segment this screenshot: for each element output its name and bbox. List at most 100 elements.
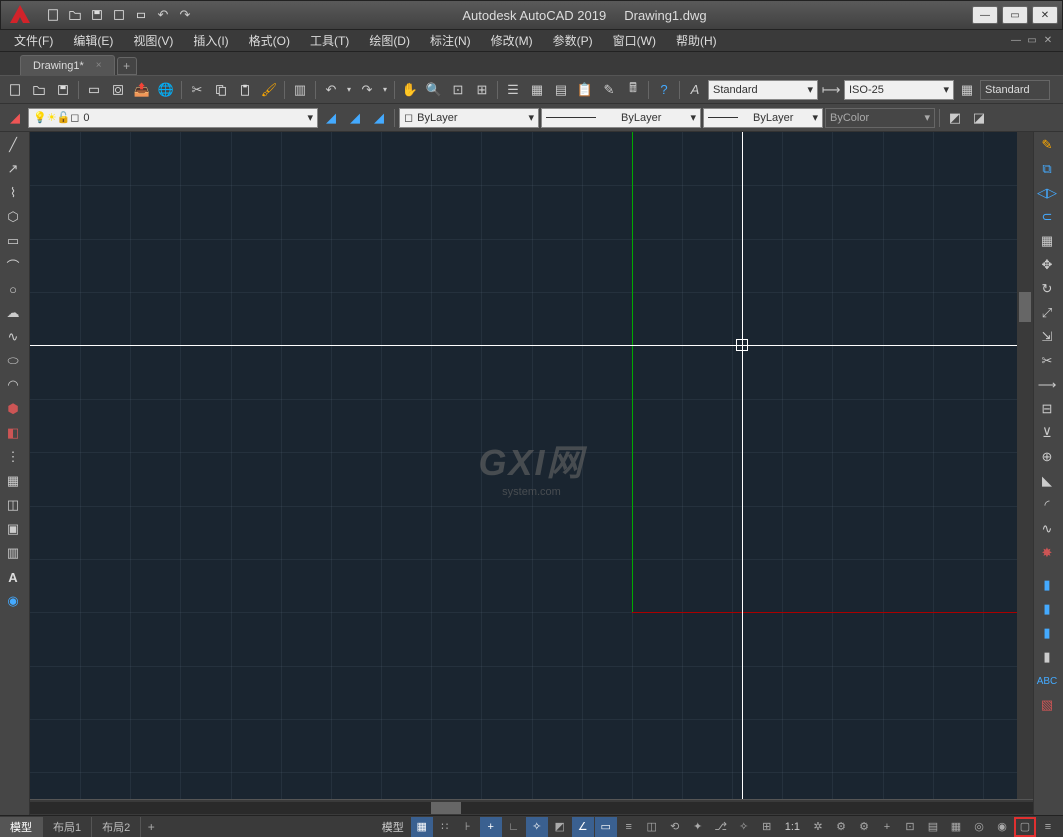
polyline-icon[interactable]: ⌇ (2, 182, 24, 204)
make-block-icon[interactable]: ◧ (2, 422, 24, 444)
draworder-front-icon[interactable]: ▮ (1036, 574, 1058, 596)
open-file-icon[interactable] (28, 79, 50, 101)
join-icon[interactable]: ⊕ (1036, 446, 1058, 468)
horizontal-scrollbar[interactable] (30, 799, 1033, 815)
menu-draw[interactable]: 绘图(D) (359, 30, 420, 51)
rotate-icon[interactable]: ↻ (1036, 278, 1058, 300)
grid-toggle-icon[interactable]: ▦ (411, 817, 433, 837)
text-style-combo[interactable]: Standard ▾ (708, 80, 818, 100)
match-props-icon[interactable]: 🖌 (258, 79, 280, 101)
selection-filter-icon[interactable]: ✧ (733, 817, 755, 837)
menu-edit[interactable]: 编辑(E) (63, 30, 123, 51)
copy-icon[interactable] (210, 79, 232, 101)
annotation-visibility-icon[interactable]: ✲ (807, 817, 829, 837)
erase-icon[interactable]: ✎ (1036, 134, 1058, 156)
point-icon[interactable]: ⋮ (2, 446, 24, 468)
3dprint-icon[interactable]: 🌐 (155, 79, 177, 101)
dim-style-icon[interactable]: ⟼ (820, 79, 842, 101)
design-center-icon[interactable]: ▦ (526, 79, 548, 101)
new-icon[interactable] (43, 5, 63, 25)
infer-constraints-icon[interactable]: ⊦ (457, 817, 479, 837)
layer-state-icon[interactable]: ◢ (320, 107, 342, 129)
redo-icon[interactable]: ↷ (175, 5, 195, 25)
add-selected-icon[interactable]: ◉ (2, 590, 24, 612)
hatch-icon[interactable]: ▦ (2, 470, 24, 492)
plot-icon[interactable] (83, 79, 105, 101)
menu-parametric[interactable]: 参数(P) (543, 30, 603, 51)
line-tool-icon[interactable]: ╱ (2, 134, 24, 156)
construction-line-icon[interactable]: ↗ (2, 158, 24, 180)
ellipse-arc-icon[interactable]: ◠ (2, 374, 24, 396)
revision-cloud-icon[interactable]: ☁ (2, 302, 24, 324)
properties-icon[interactable]: ☰ (502, 79, 524, 101)
pan-icon[interactable]: ✋ (399, 79, 421, 101)
new-file-icon[interactable] (4, 79, 26, 101)
clean-screen-icon[interactable]: ▢ (1014, 817, 1036, 837)
doc-close-button[interactable]: ✕ (1041, 34, 1055, 48)
mtext-icon[interactable]: A (2, 566, 24, 588)
iso-draft-icon[interactable]: ◩ (549, 817, 571, 837)
offset-icon[interactable]: ⊂ (1036, 206, 1058, 228)
quick-properties-icon[interactable]: ▤ (922, 817, 944, 837)
layout-tab-2[interactable]: 布局2 (92, 817, 141, 837)
region-icon[interactable]: ▣ (2, 518, 24, 540)
hardware-accel-icon[interactable]: ◉ (991, 817, 1013, 837)
draworder-text-icon[interactable]: ABC (1036, 670, 1058, 692)
linetype-combo[interactable]: ByLayer ▾ (541, 108, 701, 128)
blend-icon[interactable]: ∿ (1036, 518, 1058, 540)
sheet-set-icon[interactable]: 📋 (574, 79, 596, 101)
move-icon[interactable]: ✥ (1036, 254, 1058, 276)
help-icon[interactable]: ? (653, 79, 675, 101)
annotation-monitor-icon[interactable]: + (876, 817, 898, 837)
reference-edit-icon[interactable]: ◪ (968, 107, 990, 129)
paste-icon[interactable] (234, 79, 256, 101)
vertical-scrollbar[interactable] (1017, 132, 1033, 799)
undo-icon[interactable]: ↶ (153, 5, 173, 25)
saveas-icon[interactable] (109, 5, 129, 25)
menu-tools[interactable]: 工具(T) (300, 30, 359, 51)
undo-dropdown-icon[interactable]: ▾ (344, 85, 354, 94)
dynamic-input-icon[interactable]: + (480, 817, 502, 837)
undo-button-icon[interactable]: ↶ (320, 79, 342, 101)
file-tab-add-button[interactable]: + (117, 57, 137, 75)
spline-icon[interactable]: ∿ (2, 326, 24, 348)
copy-obj-icon[interactable]: ⧉ (1036, 158, 1058, 180)
trim-icon[interactable]: ✂ (1036, 350, 1058, 372)
doc-minimize-button[interactable]: — (1009, 34, 1023, 48)
layer-match-icon[interactable]: ◢ (368, 107, 390, 129)
zoom-realtime-icon[interactable]: 🔍 (423, 79, 445, 101)
workspace-switch-icon[interactable]: ⚙ (853, 817, 875, 837)
break-icon[interactable]: ⊻ (1036, 422, 1058, 444)
transparency-icon[interactable]: ◫ (641, 817, 663, 837)
insert-block-icon[interactable]: ⬢ (2, 398, 24, 420)
zoom-window-icon[interactable]: ⊡ (447, 79, 469, 101)
layout-tab-model[interactable]: 模型 (0, 817, 43, 837)
object-snap-track-icon[interactable]: ∠ (572, 817, 594, 837)
isolate-objects-icon[interactable]: ◎ (968, 817, 990, 837)
redo-button-icon[interactable]: ↷ (356, 79, 378, 101)
layer-combo[interactable]: 💡 ☀ 🔓 ◻ 0 ▾ (28, 108, 318, 128)
draworder-above-icon[interactable]: ▮ (1036, 622, 1058, 644)
block-editor-icon[interactable]: ▥ (289, 79, 311, 101)
maximize-button[interactable]: ▭ (1002, 6, 1028, 24)
menu-help[interactable]: 帮助(H) (666, 30, 727, 51)
customization-icon[interactable]: ≡ (1037, 817, 1059, 837)
tool-palettes-icon[interactable]: ▤ (550, 79, 572, 101)
circle-icon[interactable]: ○ (2, 278, 24, 300)
polygon-icon[interactable]: ⬡ (2, 206, 24, 228)
zoom-previous-icon[interactable]: ⊞ (471, 79, 493, 101)
2d-osnap-icon[interactable]: ▭ (595, 817, 617, 837)
open-icon[interactable] (65, 5, 85, 25)
ellipse-icon[interactable]: ⬭ (2, 350, 24, 372)
plot-preview-icon[interactable] (107, 79, 129, 101)
table-icon[interactable]: ▥ (2, 542, 24, 564)
stretch-icon[interactable]: ⇲ (1036, 326, 1058, 348)
markup-icon[interactable]: ✎ (598, 79, 620, 101)
selection-cycling-icon[interactable]: ⟲ (664, 817, 686, 837)
fillet-icon[interactable]: ◜ (1036, 494, 1058, 516)
hscroll-thumb[interactable] (431, 802, 461, 814)
arc-icon[interactable]: ⌒ (2, 254, 24, 276)
menu-file[interactable]: 文件(F) (4, 30, 63, 51)
draworder-hatch-icon[interactable]: ▧ (1036, 694, 1058, 716)
close-button[interactable]: ✕ (1032, 6, 1058, 24)
